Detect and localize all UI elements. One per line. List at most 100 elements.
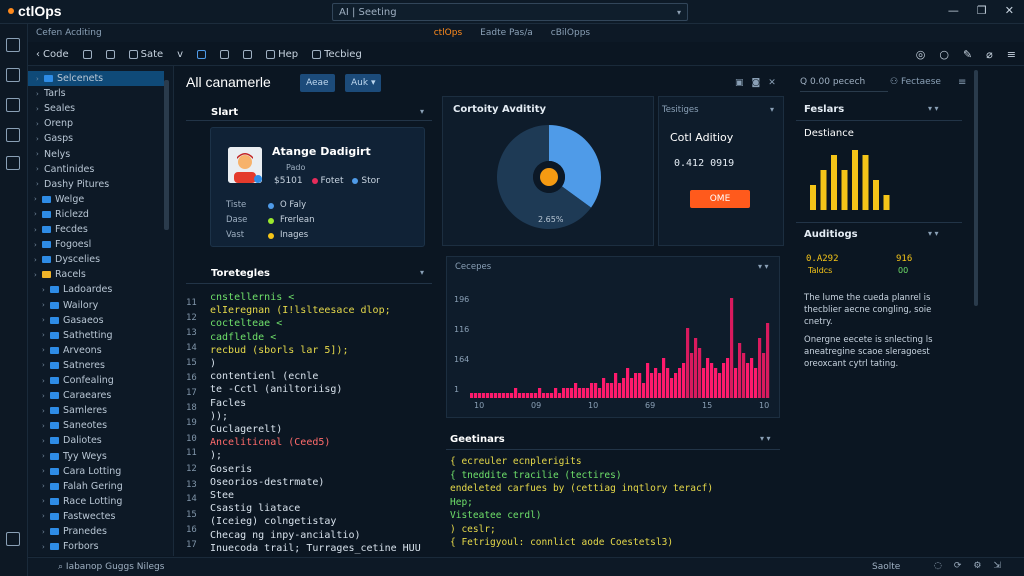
distance-bar[interactable] [883, 195, 890, 210]
timeline-bar[interactable] [502, 393, 506, 398]
timeline-bar[interactable] [670, 378, 674, 398]
chevron-right-icon[interactable]: › [36, 90, 44, 98]
action-button[interactable]: OME [690, 190, 750, 208]
timeline-bar[interactable] [558, 393, 562, 398]
pen-icon[interactable]: ✎ [963, 48, 972, 61]
timeline-bar[interactable] [658, 373, 662, 398]
tree-item[interactable]: › Dashy Pitures [28, 177, 164, 192]
timeline-bar[interactable] [698, 348, 702, 398]
timeline-bar[interactable] [626, 368, 630, 398]
timeline-bar[interactable] [634, 373, 638, 398]
timeline-bar[interactable] [706, 358, 710, 398]
tree-item[interactable]: › Pranedes [28, 524, 164, 539]
timeline-bar[interactable] [590, 383, 594, 398]
timeline-bar[interactable] [762, 353, 766, 398]
timeline-bar[interactable] [470, 393, 474, 398]
timeline-bar[interactable] [718, 373, 722, 398]
chevron-right-icon[interactable]: › [42, 301, 50, 309]
tree-item[interactable]: › Dyscelies [28, 252, 164, 267]
timeline-bar[interactable] [554, 388, 558, 398]
bell-icon[interactable]: ◌ [934, 561, 942, 571]
chevron-right-icon[interactable]: › [36, 165, 44, 173]
tree-item[interactable]: › Fastwectes [28, 509, 164, 524]
timeline-bar[interactable] [582, 388, 586, 398]
chevron-right-icon[interactable]: › [36, 105, 44, 113]
timeline-bar[interactable] [490, 393, 494, 398]
tree-item[interactable]: › Samleres [28, 403, 164, 418]
close-icon[interactable]: ✕ [768, 78, 776, 88]
terminal-button[interactable] [220, 50, 230, 59]
chevron-down-icon[interactable]: ▾ [770, 105, 774, 114]
timeline-bar[interactable] [482, 393, 486, 398]
timeline-bar[interactable] [646, 363, 650, 398]
tree-item[interactable]: › Satneres [28, 358, 164, 373]
timeline-bar[interactable] [546, 393, 550, 398]
chevron-right-icon[interactable]: › [36, 180, 44, 188]
timeline-bar[interactable] [650, 373, 654, 398]
explorer-icon[interactable] [6, 38, 20, 52]
chevron-down-icon[interactable]: ▾ ▾ [758, 262, 769, 271]
tree-item[interactable]: › Riclezd [28, 207, 164, 222]
distance-bar[interactable] [852, 150, 858, 210]
chevron-right-icon[interactable]: › [42, 377, 50, 385]
timeline-bar[interactable] [566, 388, 570, 398]
chevron-right-icon[interactable]: › [42, 497, 50, 505]
minimize-icon[interactable]: — [948, 4, 959, 17]
timeline-bar[interactable] [606, 383, 610, 398]
tree-item[interactable]: › Fecdes [28, 222, 164, 237]
timeline-bar[interactable] [602, 378, 606, 398]
tree-item[interactable]: › Racels [28, 267, 164, 282]
filter-pill-button[interactable]: Aeae [300, 74, 335, 92]
timeline-bar[interactable] [586, 388, 590, 398]
timeline-bar[interactable] [542, 393, 546, 398]
right-scrollbar[interactable] [974, 70, 978, 306]
tree-item[interactable]: › Tarls [28, 86, 164, 101]
chevron-right-icon[interactable]: › [42, 346, 50, 354]
chevron-right-icon[interactable]: › [42, 407, 50, 415]
timeline-bar[interactable] [666, 368, 670, 398]
timeline-bar[interactable] [562, 388, 566, 398]
timeline-bar[interactable] [750, 358, 754, 398]
timeline-bar[interactable] [654, 368, 658, 398]
restore-icon[interactable]: ❐ [977, 4, 987, 17]
chevron-right-icon[interactable]: › [36, 75, 44, 83]
chevron-right-icon[interactable]: › [42, 528, 50, 536]
debug-icon[interactable] [6, 128, 20, 142]
camera-icon[interactable]: ◙ [752, 78, 761, 88]
chevron-right-icon[interactable]: › [42, 467, 50, 475]
chevron-right-icon[interactable]: › [42, 437, 50, 445]
chevron-down-icon[interactable]: ▾ ▾ [928, 229, 939, 238]
timeline-bar[interactable] [682, 363, 686, 398]
tree-item[interactable]: › Orenp [28, 116, 164, 131]
timeline-bar[interactable] [738, 343, 742, 398]
tree-item[interactable]: › Cantinides [28, 162, 164, 177]
timeline-bar[interactable] [726, 358, 730, 398]
timeline-bar[interactable] [550, 393, 554, 398]
view-button[interactable]: v [177, 49, 183, 60]
timeline-bar[interactable] [642, 383, 646, 398]
timeline-bar[interactable] [578, 388, 582, 398]
chevron-right-icon[interactable]: › [34, 210, 42, 218]
timeline-bar[interactable] [630, 378, 634, 398]
tree-item[interactable]: › Forbors [28, 539, 164, 554]
timeline-bar[interactable] [662, 358, 666, 398]
timeline-bar[interactable] [518, 393, 522, 398]
settings-icon[interactable]: ⚙ [973, 561, 981, 571]
timeline-bar[interactable] [474, 393, 478, 398]
breadcrumb-root[interactable]: Cefen Acditing [36, 28, 102, 38]
timeline-bar[interactable] [622, 378, 626, 398]
timeline-bar[interactable] [478, 393, 482, 398]
timeline-bar[interactable] [710, 363, 714, 398]
sync-icon[interactable]: ⟳ [954, 561, 962, 571]
tree-item[interactable]: › Gasaeos [28, 313, 164, 328]
chevron-down-icon[interactable]: ▾ ▾ [760, 434, 771, 443]
target-icon[interactable]: ◎ [916, 48, 926, 61]
tree-item[interactable]: › Caraeares [28, 388, 164, 403]
timeline-bar[interactable] [690, 353, 694, 398]
distance-bar[interactable] [810, 185, 816, 210]
link-icon[interactable]: ⌀ [986, 48, 993, 61]
distance-bar[interactable] [841, 170, 848, 210]
tree-item[interactable]: › Falah Gering [28, 479, 164, 494]
timeline-bar[interactable] [614, 373, 618, 398]
timeline-bar[interactable] [746, 363, 750, 398]
